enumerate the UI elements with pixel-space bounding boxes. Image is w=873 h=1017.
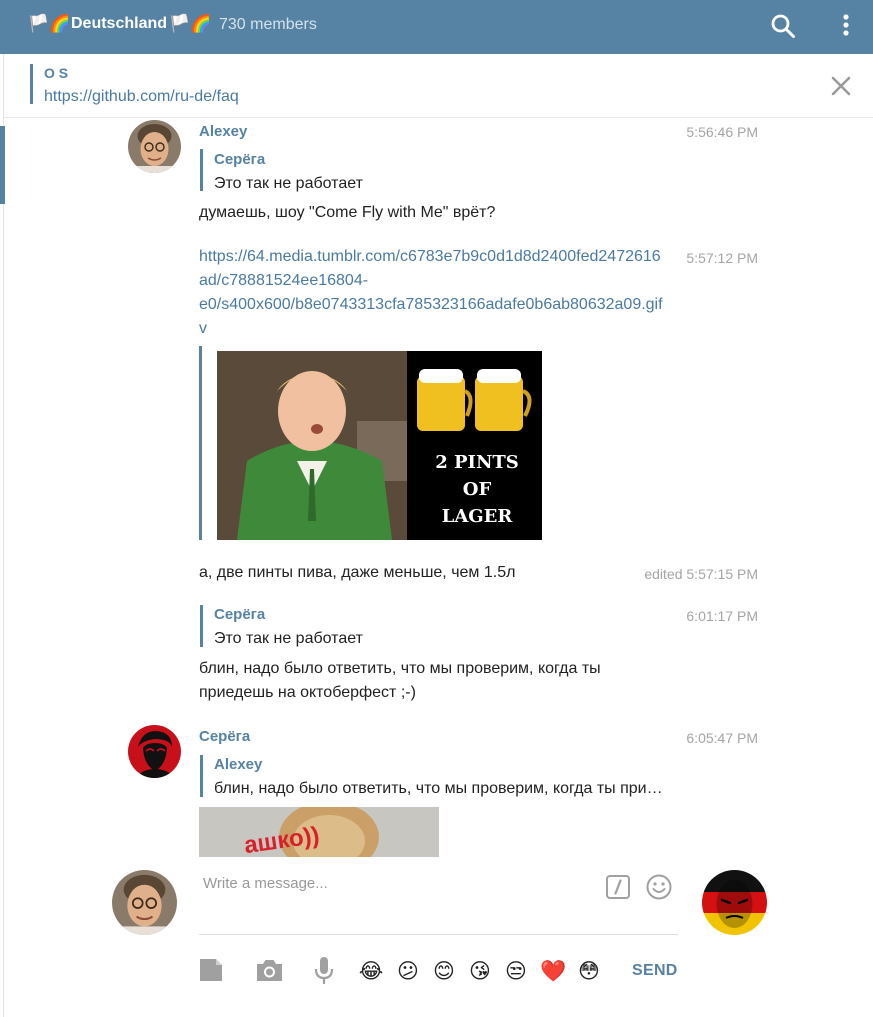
reply-author[interactable]: Alexey (214, 756, 262, 773)
chat-title[interactable]: Deutschland (71, 15, 167, 33)
avatar[interactable] (128, 725, 181, 778)
message-author[interactable]: Alexey (199, 123, 247, 140)
reply-bar (200, 605, 203, 647)
composer-divider (199, 934, 678, 935)
emoji-confused[interactable]: 😕 (395, 958, 421, 984)
search-icon[interactable] (770, 13, 796, 39)
emoji-heart[interactable]: ❤️ (540, 958, 566, 984)
reply-bar (200, 755, 203, 797)
reply-bar (200, 149, 203, 191)
preview-bar (199, 346, 202, 540)
members-count[interactable]: 730 members (219, 16, 317, 34)
emoji-laughing[interactable]: 😂 (358, 958, 384, 984)
chat-header: 🏳️🌈 Deutschland 🏳️🌈 730 members (0, 0, 873, 54)
emoji-flushed[interactable]: 😳 (576, 958, 602, 984)
attach-photo-icon[interactable] (256, 957, 283, 983)
message-text: а, две пинты пива, даже меньше, чем 1.5л (199, 564, 516, 581)
reply-author[interactable]: Серёга (214, 151, 265, 168)
bot-command-icon[interactable] (605, 874, 631, 900)
message-time: 5:56:46 PM (686, 124, 758, 140)
peer-avatar[interactable] (702, 870, 767, 935)
pinned-link[interactable]: https://github.com/ru-de/faq (44, 88, 239, 106)
reply-text[interactable]: Это так не работает (214, 630, 664, 648)
gif-preview[interactable]: 2 PINTS OF LAGER (217, 351, 542, 540)
emoji-blush[interactable]: 😊 (431, 958, 457, 984)
more-vertical-icon[interactable] (834, 12, 858, 40)
message-author[interactable]: Серёга (199, 728, 250, 745)
pinned-message[interactable]: O S https://github.com/ru-de/faq (4, 54, 873, 118)
message-time: 6:01:17 PM (686, 608, 758, 624)
close-icon[interactable] (829, 74, 853, 98)
message-text: думаешь, шоу "Come Fly with Me" врёт? (199, 204, 496, 221)
message-list[interactable]: Alexey 5:56:46 PM Серёга Это так не рабо… (0, 118, 873, 857)
message-time: 6:05:47 PM (686, 730, 758, 746)
rainbow-flag-emoji: 🏳️🌈 (169, 14, 212, 33)
avatar[interactable] (128, 120, 181, 173)
message-time: edited 5:57:15 PM (644, 566, 758, 582)
pinned-bar (30, 64, 33, 104)
attach-file-icon[interactable] (199, 957, 223, 983)
emoji-icon[interactable] (645, 873, 673, 901)
message-text: блин, надо было ответить, что мы провери… (199, 660, 601, 701)
message-link[interactable]: https://64.media.tumblr.com/c6783e7b9c0d… (199, 245, 679, 341)
message-input[interactable] (199, 868, 589, 898)
my-avatar[interactable] (112, 870, 177, 935)
gif-caption: 2 PINTS OF LAGER (435, 452, 519, 527)
reply-text[interactable]: Это так не работает (214, 175, 664, 193)
send-button[interactable]: SEND (632, 962, 678, 980)
pinned-author: O S (44, 65, 69, 81)
microphone-icon[interactable] (314, 956, 334, 986)
emoji-unamused[interactable]: 😒 (503, 958, 529, 984)
emoji-kiss[interactable]: 😘 (467, 958, 493, 984)
reply-text[interactable]: блин, надо было ответить, что мы провери… (214, 780, 672, 798)
reply-author[interactable]: Серёга (214, 606, 265, 623)
rainbow-flag-emoji: 🏳️🌈 (28, 14, 71, 33)
photo-preview[interactable]: ашко)) (199, 807, 439, 857)
